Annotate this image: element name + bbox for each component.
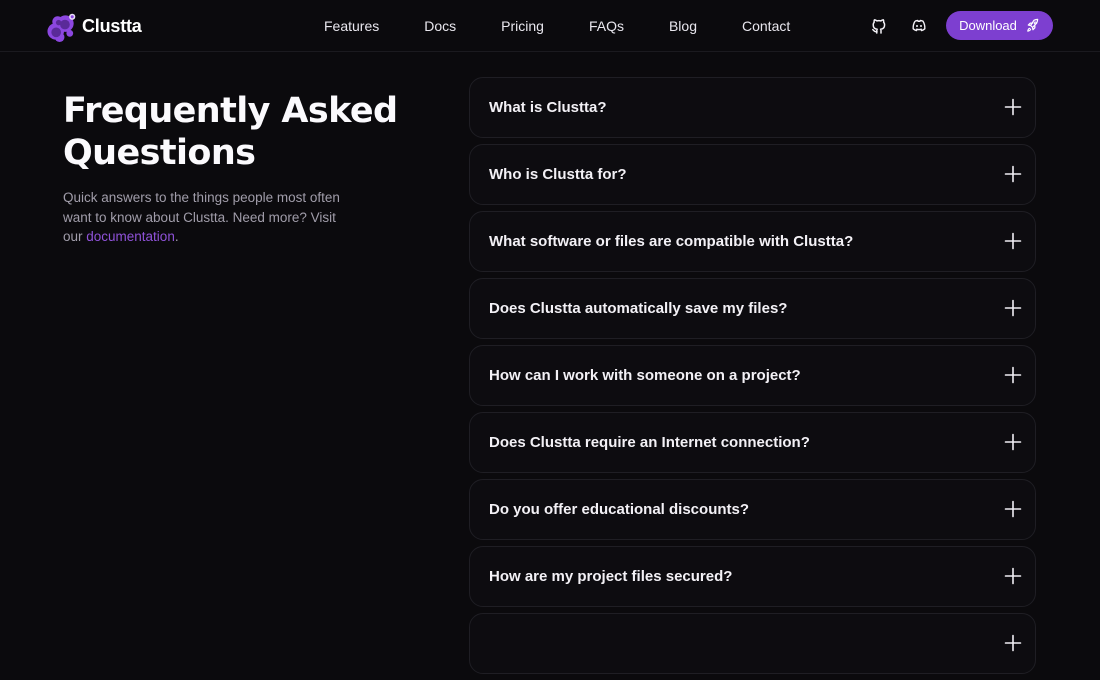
- faq-item[interactable]: How are my project files secured?: [469, 546, 1036, 607]
- github-icon: [872, 19, 886, 34]
- faq-item[interactable]: What software or files are compatible wi…: [469, 211, 1036, 272]
- plus-icon[interactable]: [1004, 366, 1022, 384]
- faq-question: Does Clustta require an Internet connect…: [489, 434, 810, 451]
- download-button[interactable]: Download: [946, 11, 1053, 40]
- faq-question: What software or files are compatible wi…: [489, 233, 854, 250]
- faq-question: Do you offer educational discounts?: [489, 501, 750, 518]
- faq-item[interactable]: Do you offer educational discounts?: [469, 479, 1036, 540]
- download-button-label: Download: [959, 18, 1017, 33]
- main-menu: Features Docs Pricing FAQs Blog Contact: [300, 0, 790, 52]
- faq-description-period: .: [174, 229, 179, 244]
- nav-link-docs[interactable]: Docs: [424, 16, 456, 36]
- nav-link-pricing[interactable]: Pricing: [501, 16, 544, 36]
- faq-item[interactable]: How can I work with someone on a project…: [469, 345, 1036, 406]
- faq-description: Quick answers to the things people most …: [63, 188, 358, 247]
- faq-question: Does Clustta automatically save my files…: [489, 300, 788, 317]
- plus-icon[interactable]: [1004, 299, 1022, 317]
- page-title: Frequently Asked Questions: [63, 90, 403, 174]
- brand-name: Clustta: [82, 15, 142, 36]
- top-navigation: Clustta Features Docs Pricing FAQs Blog …: [0, 0, 1100, 52]
- nav-link-faqs[interactable]: FAQs: [589, 16, 624, 36]
- faq-item[interactable]: [469, 613, 1036, 674]
- faq-item[interactable]: Does Clustta automatically save my files…: [469, 278, 1036, 339]
- faq-question: What is Clustta?: [489, 99, 607, 116]
- plus-icon[interactable]: [1004, 634, 1022, 652]
- faq-list: What is Clustta? Who is Clustta for? What …: [469, 77, 1036, 680]
- nav-link-blog[interactable]: Blog: [669, 16, 697, 36]
- plus-icon[interactable]: [1004, 165, 1022, 183]
- faq-question: How can I work with someone on a project…: [489, 367, 801, 384]
- plus-icon[interactable]: [1004, 567, 1022, 585]
- rocket-icon: [1027, 18, 1039, 32]
- brand-link[interactable]: Clustta: [46, 9, 142, 43]
- nav-link-contact[interactable]: Contact: [742, 16, 790, 36]
- faq-question: Who is Clustta for?: [489, 166, 627, 183]
- nav-link-features[interactable]: Features: [324, 16, 379, 36]
- page-title-line-2: Questions: [63, 133, 256, 173]
- plus-icon[interactable]: [1004, 433, 1022, 451]
- documentation-link[interactable]: documentation: [86, 229, 175, 244]
- plus-icon[interactable]: [1004, 500, 1022, 518]
- plus-icon[interactable]: [1004, 232, 1022, 250]
- faq-intro: Frequently Asked Questions Quick answers…: [63, 90, 403, 247]
- faq-item[interactable]: Does Clustta require an Internet connect…: [469, 412, 1036, 473]
- github-link[interactable]: [868, 15, 890, 37]
- page-title-line-1: Frequently Asked: [63, 91, 398, 131]
- clustta-logo-icon: [47, 13, 76, 42]
- discord-icon: [912, 19, 926, 32]
- faq-item[interactable]: What is Clustta?: [469, 77, 1036, 138]
- faq-question: How are my project files secured?: [489, 568, 733, 585]
- faq-item[interactable]: Who is Clustta for?: [469, 144, 1036, 205]
- plus-icon[interactable]: [1004, 98, 1022, 116]
- discord-link[interactable]: [908, 15, 930, 37]
